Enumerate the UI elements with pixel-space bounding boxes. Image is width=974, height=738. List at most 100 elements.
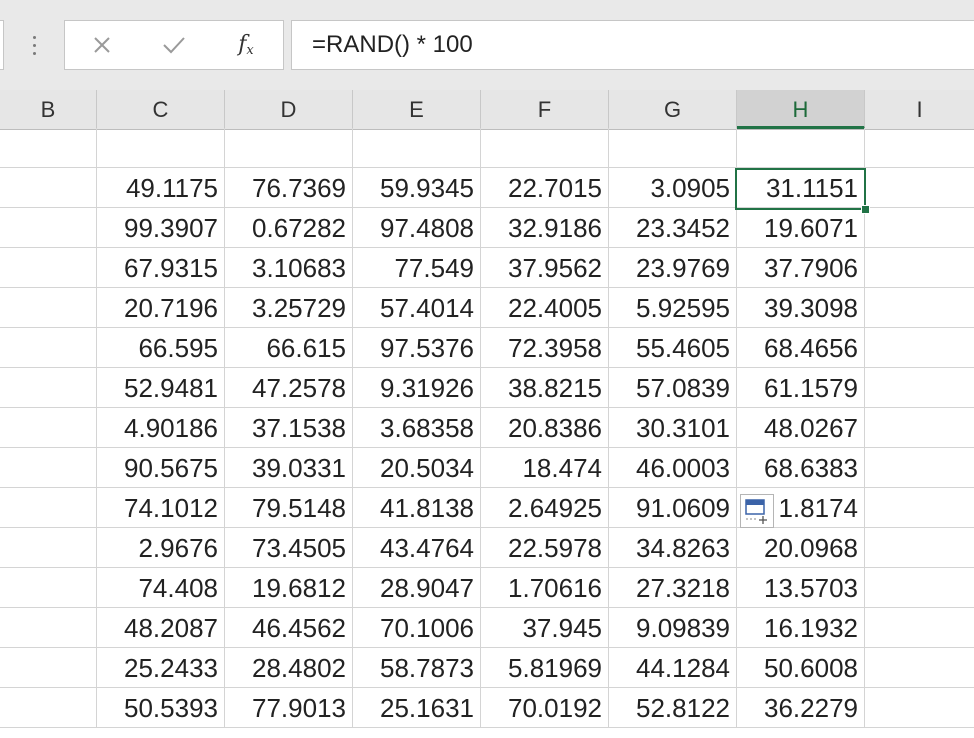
cell-f1[interactable]	[481, 128, 609, 168]
cell-f8[interactable]: 20.8386	[481, 408, 609, 448]
cell-b5[interactable]	[0, 288, 97, 328]
formula-input[interactable]: =RAND() * 100	[291, 20, 974, 70]
cell-g2[interactable]: 3.0905	[609, 168, 737, 208]
cell-c11[interactable]: 2.9676	[97, 528, 225, 568]
cell-i15[interactable]	[865, 688, 974, 728]
cell-d2[interactable]: 76.7369	[225, 168, 353, 208]
cell-b7[interactable]	[0, 368, 97, 408]
column-header-d[interactable]: D	[225, 90, 353, 129]
cell-c14[interactable]: 25.2433	[97, 648, 225, 688]
cell-h14[interactable]: 50.6008	[737, 648, 865, 688]
cell-d15[interactable]: 77.9013	[225, 688, 353, 728]
cell-i11[interactable]	[865, 528, 974, 568]
cell-c3[interactable]: 99.3907	[97, 208, 225, 248]
cell-h2[interactable]: 31.1151	[737, 168, 865, 208]
cell-b14[interactable]	[0, 648, 97, 688]
cell-h6[interactable]: 68.4656	[737, 328, 865, 368]
cell-f2[interactable]: 22.7015	[481, 168, 609, 208]
cell-d1[interactable]	[225, 128, 353, 168]
cell-e10[interactable]: 41.8138	[353, 488, 481, 528]
cell-g4[interactable]: 23.9769	[609, 248, 737, 288]
cell-d8[interactable]: 37.1538	[225, 408, 353, 448]
cell-i12[interactable]	[865, 568, 974, 608]
cell-g15[interactable]: 52.8122	[609, 688, 737, 728]
cell-f12[interactable]: 1.70616	[481, 568, 609, 608]
cell-c12[interactable]: 74.408	[97, 568, 225, 608]
cell-b9[interactable]	[0, 448, 97, 488]
cell-h1[interactable]	[737, 128, 865, 168]
cell-d9[interactable]: 39.0331	[225, 448, 353, 488]
cell-e15[interactable]: 25.1631	[353, 688, 481, 728]
cell-h7[interactable]: 61.1579	[737, 368, 865, 408]
cell-d14[interactable]: 28.4802	[225, 648, 353, 688]
cell-h8[interactable]: 48.0267	[737, 408, 865, 448]
cell-b11[interactable]	[0, 528, 97, 568]
cell-g1[interactable]	[609, 128, 737, 168]
cell-b15[interactable]	[0, 688, 97, 728]
cell-i3[interactable]	[865, 208, 974, 248]
quick-analysis-button[interactable]	[740, 494, 774, 528]
cell-c8[interactable]: 4.90186	[97, 408, 225, 448]
cell-f5[interactable]: 22.4005	[481, 288, 609, 328]
cell-h3[interactable]: 19.6071	[737, 208, 865, 248]
cell-i6[interactable]	[865, 328, 974, 368]
column-header-i[interactable]: I	[865, 90, 974, 129]
cell-b6[interactable]	[0, 328, 97, 368]
cell-i2[interactable]	[865, 168, 974, 208]
cell-c1[interactable]	[97, 128, 225, 168]
cell-e14[interactable]: 58.7873	[353, 648, 481, 688]
cell-g12[interactable]: 27.3218	[609, 568, 737, 608]
cell-h12[interactable]: 13.5703	[737, 568, 865, 608]
cell-c9[interactable]: 90.5675	[97, 448, 225, 488]
cell-e3[interactable]: 97.4808	[353, 208, 481, 248]
fill-handle[interactable]	[861, 205, 870, 214]
cell-b3[interactable]	[0, 208, 97, 248]
cell-e7[interactable]: 9.31926	[353, 368, 481, 408]
cell-f7[interactable]: 38.8215	[481, 368, 609, 408]
cancel-button[interactable]	[77, 21, 127, 69]
cell-f10[interactable]: 2.64925	[481, 488, 609, 528]
cell-i5[interactable]	[865, 288, 974, 328]
cell-f9[interactable]: 18.474	[481, 448, 609, 488]
cell-e11[interactable]: 43.4764	[353, 528, 481, 568]
cell-d5[interactable]: 3.25729	[225, 288, 353, 328]
column-header-h[interactable]: H	[737, 90, 865, 129]
cell-d7[interactable]: 47.2578	[225, 368, 353, 408]
cell-c5[interactable]: 20.7196	[97, 288, 225, 328]
cell-h11[interactable]: 20.0968	[737, 528, 865, 568]
cell-d4[interactable]: 3.10683	[225, 248, 353, 288]
cell-i10[interactable]	[865, 488, 974, 528]
cell-d3[interactable]: 0.67282	[225, 208, 353, 248]
cell-f3[interactable]: 32.9186	[481, 208, 609, 248]
cell-e13[interactable]: 70.1006	[353, 608, 481, 648]
cell-i7[interactable]	[865, 368, 974, 408]
cell-f11[interactable]: 22.5978	[481, 528, 609, 568]
cell-d12[interactable]: 19.6812	[225, 568, 353, 608]
cell-g11[interactable]: 34.8263	[609, 528, 737, 568]
cell-b10[interactable]	[0, 488, 97, 528]
cell-e4[interactable]: 77.549	[353, 248, 481, 288]
cell-c10[interactable]: 74.1012	[97, 488, 225, 528]
cell-c4[interactable]: 67.9315	[97, 248, 225, 288]
cell-h4[interactable]: 37.7906	[737, 248, 865, 288]
column-header-c[interactable]: C	[97, 90, 225, 129]
cell-g13[interactable]: 9.09839	[609, 608, 737, 648]
cell-h13[interactable]: 16.1932	[737, 608, 865, 648]
cell-i13[interactable]	[865, 608, 974, 648]
cell-e5[interactable]: 57.4014	[353, 288, 481, 328]
cell-c13[interactable]: 48.2087	[97, 608, 225, 648]
cell-f15[interactable]: 70.0192	[481, 688, 609, 728]
cell-c15[interactable]: 50.5393	[97, 688, 225, 728]
cell-g9[interactable]: 46.0003	[609, 448, 737, 488]
cell-i14[interactable]	[865, 648, 974, 688]
cell-e2[interactable]: 59.9345	[353, 168, 481, 208]
column-header-g[interactable]: G	[609, 90, 737, 129]
cell-c2[interactable]: 49.1175	[97, 168, 225, 208]
cell-g8[interactable]: 30.3101	[609, 408, 737, 448]
cell-i1[interactable]	[865, 128, 974, 168]
cell-b2[interactable]	[0, 168, 97, 208]
cell-h15[interactable]: 36.2279	[737, 688, 865, 728]
column-header-f[interactable]: F	[481, 90, 609, 129]
cell-c6[interactable]: 66.595	[97, 328, 225, 368]
cell-b12[interactable]	[0, 568, 97, 608]
